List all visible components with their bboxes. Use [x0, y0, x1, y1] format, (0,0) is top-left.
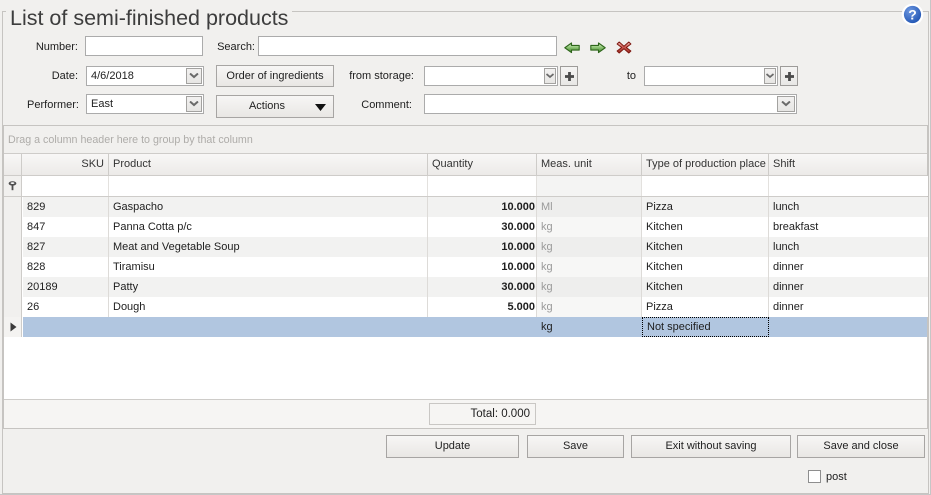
svg-text:?: ?: [908, 7, 917, 23]
